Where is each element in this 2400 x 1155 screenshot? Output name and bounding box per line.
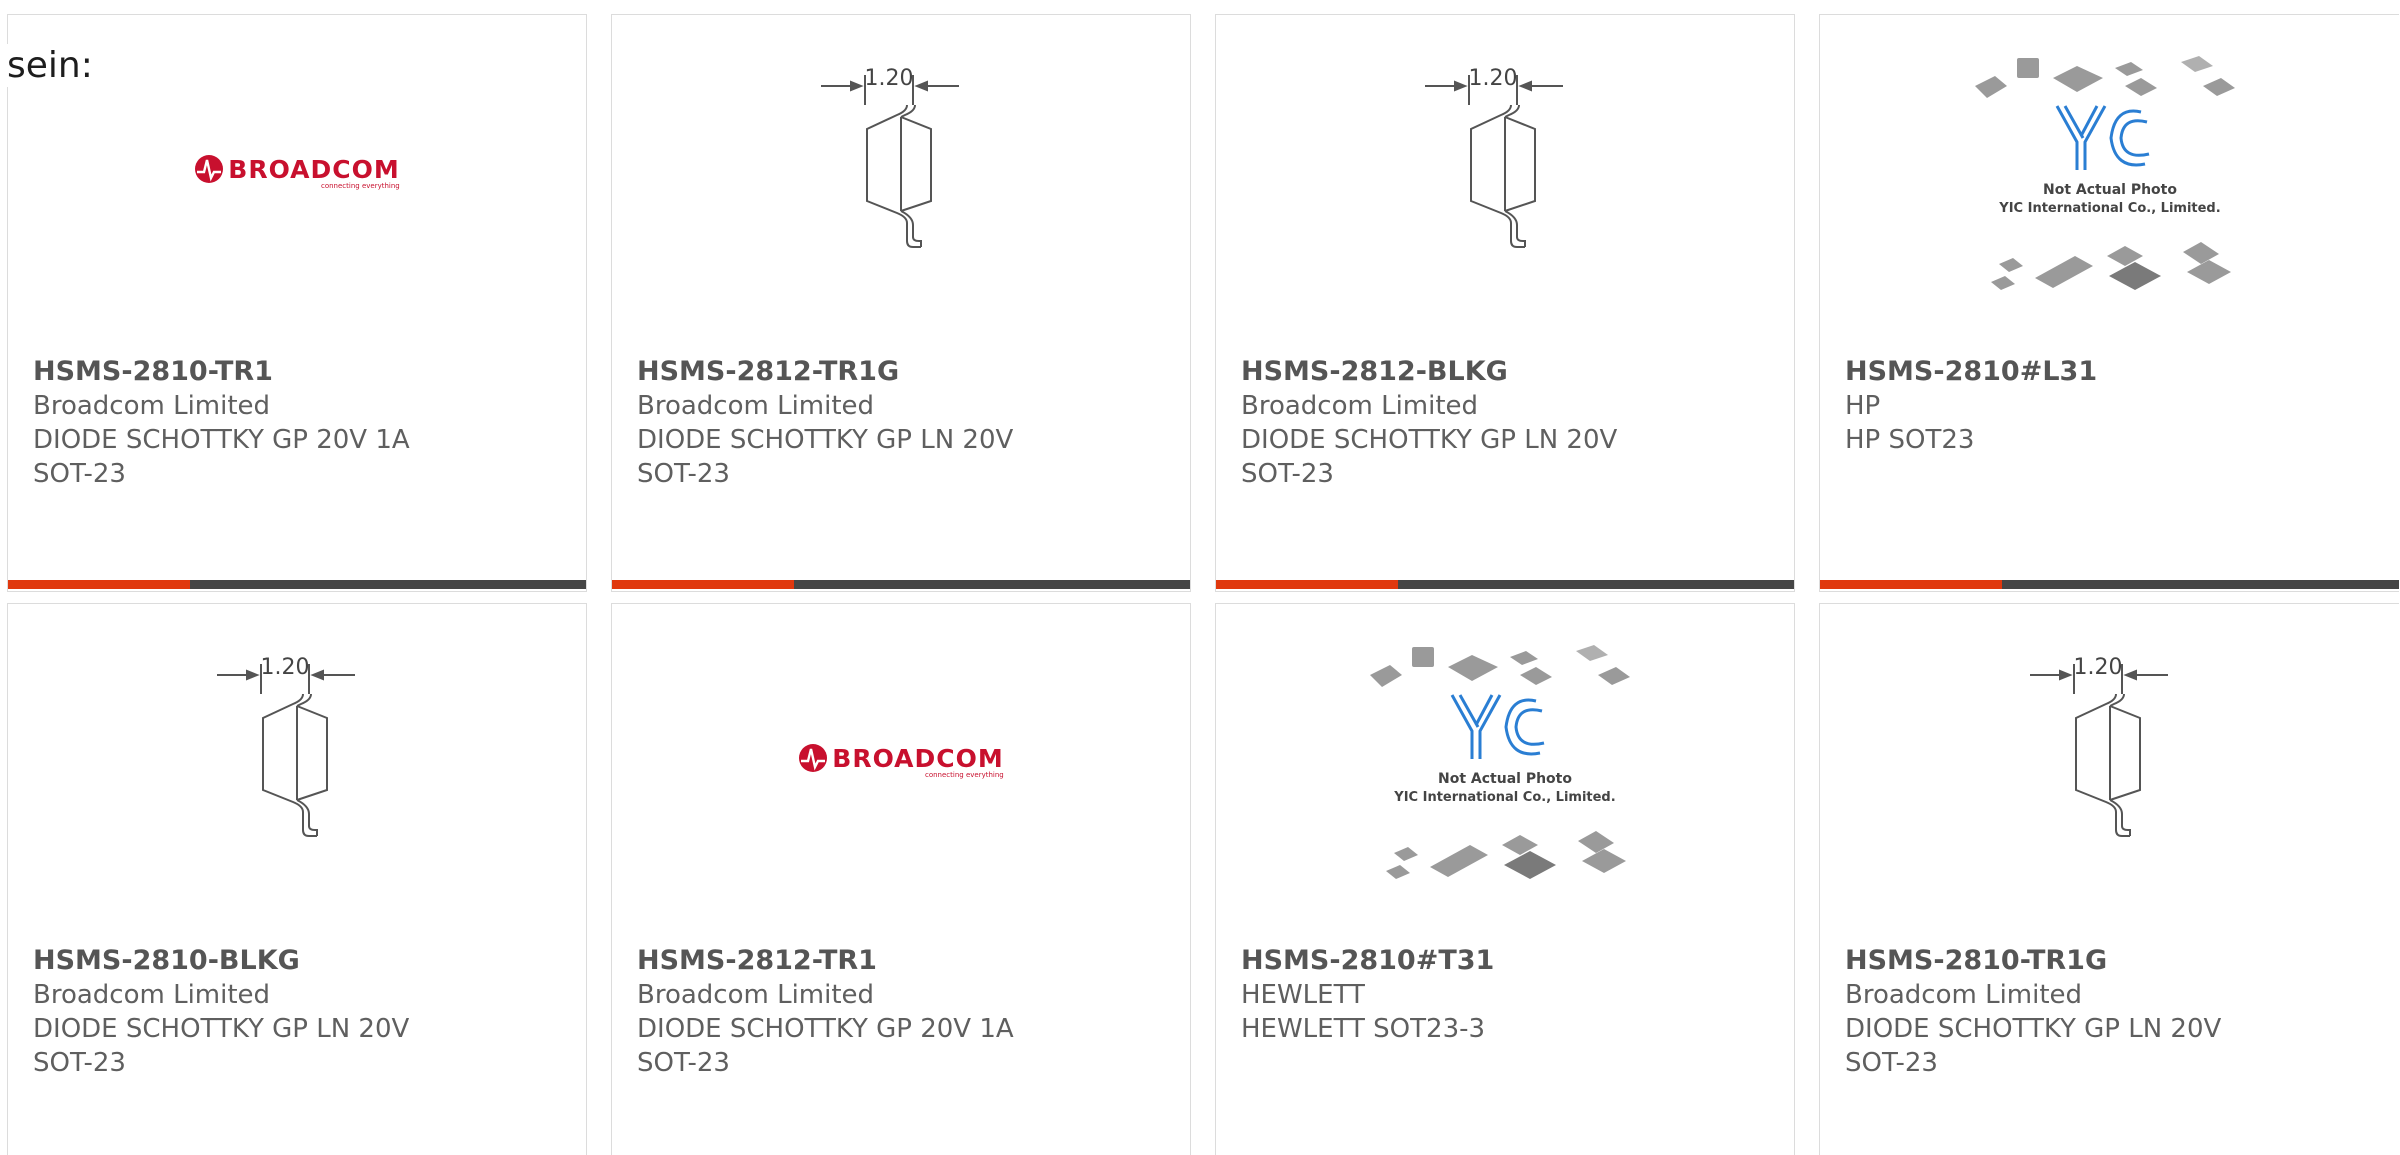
manufacturer: Broadcom Limited	[33, 980, 271, 1010]
card-accent	[612, 580, 794, 589]
intro-text: sein:	[7, 44, 99, 88]
yic-stock-photo: Not Actual Photo YIC International Co., …	[1370, 645, 1630, 879]
package: SOT-23	[33, 1048, 126, 1078]
product-image[interactable]: 1.20	[1216, 15, 1794, 357]
card-bottom-bar	[612, 580, 1190, 589]
package: SOT-23	[1241, 459, 1334, 489]
product-card[interactable]: BROADCOM connecting everything HSMS-2810…	[7, 14, 587, 592]
product-image[interactable]: 1.20	[1820, 604, 2399, 946]
manufacturer: Broadcom Limited	[1241, 391, 1479, 421]
description: DIODE SCHOTTKY GP LN 20V	[637, 425, 1014, 455]
sot23-dimension-drawing: 1.20	[821, 66, 959, 248]
broadcom-pulse-icon	[195, 155, 224, 183]
manufacturer: Broadcom Limited	[33, 391, 271, 421]
product-card[interactable]: 1.20 HSMS-2812-BLKG Broadcom Limited DIO…	[1215, 14, 1795, 592]
manufacturer: Broadcom Limited	[637, 980, 875, 1010]
broadcom-wordmark: BROADCOM	[228, 154, 400, 184]
product-card[interactable]: Not Actual Photo YIC International Co., …	[1819, 14, 2399, 592]
stock-photo-note: Not Actual Photo	[2043, 182, 2177, 198]
product-card[interactable]: 1.20 HSMS-2810-TR1G Broadcom Limited DIO…	[1819, 603, 2399, 1155]
stock-photo-note: Not Actual Photo	[1438, 771, 1572, 787]
description: HEWLETT SOT23-3	[1241, 1014, 1486, 1044]
card-bottom-bar	[8, 580, 586, 589]
product-image[interactable]: 1.20	[612, 15, 1190, 357]
manufacturer: Broadcom Limited	[1845, 980, 2083, 1010]
card-accent	[1820, 580, 2002, 589]
card-accent	[1216, 580, 1398, 589]
broadcom-tagline: connecting everything	[320, 182, 400, 190]
part-number-link[interactable]: HSMS-2812-TR1	[637, 944, 1170, 978]
broadcom-logo: BROADCOM connecting everything	[194, 154, 400, 190]
dimension-label: 1.20	[261, 655, 310, 680]
stock-photo-company: YIC International Co., Limited.	[1998, 201, 2220, 216]
broadcom-tagline: connecting everything	[924, 771, 1004, 779]
product-image[interactable]: 1.20	[8, 604, 586, 946]
dimension-label: 1.20	[865, 66, 914, 91]
product-card[interactable]: 1.20 HSMS-2810-BLKG Broadcom Limited DIO…	[7, 603, 587, 1155]
part-number-link[interactable]: HSMS-2810#T31	[1241, 944, 1774, 978]
product-image[interactable]: Not Actual Photo YIC International Co., …	[1820, 15, 2399, 357]
part-number-link[interactable]: HSMS-2810-TR1	[33, 355, 566, 389]
description: DIODE SCHOTTKY GP LN 20V	[33, 1014, 410, 1044]
dimension-label: 1.20	[2073, 655, 2122, 680]
product-card[interactable]: 1.20 HSMS-2812-TR1G Broadcom Limited DIO…	[611, 14, 1191, 592]
broadcom-wordmark: BROADCOM	[832, 743, 1004, 773]
package: SOT-23	[1845, 1048, 1938, 1078]
manufacturer: Broadcom Limited	[637, 391, 875, 421]
part-number-link[interactable]: HSMS-2810-BLKG	[33, 944, 566, 978]
sot23-dimension-drawing: 1.20	[2029, 655, 2168, 837]
product-card[interactable]: BROADCOM connecting everything HSMS-2812…	[611, 603, 1191, 1155]
product-card[interactable]: Not Actual Photo YIC International Co., …	[1215, 603, 1795, 1155]
stock-photo-company: YIC International Co., Limited.	[1393, 790, 1615, 805]
part-number-link[interactable]: HSMS-2810#L31	[1845, 355, 2379, 389]
package: SOT-23	[637, 1048, 730, 1078]
description: DIODE SCHOTTKY GP LN 20V	[1845, 1014, 2222, 1044]
description: DIODE SCHOTTKY GP 20V 1A	[637, 1014, 1014, 1044]
package: SOT-23	[637, 459, 730, 489]
manufacturer: HEWLETT	[1241, 980, 1365, 1010]
broadcom-logo: BROADCOM connecting everything	[798, 743, 1004, 779]
description: DIODE SCHOTTKY GP 20V 1A	[33, 425, 410, 455]
product-image[interactable]: BROADCOM connecting everything	[612, 604, 1190, 946]
description: HP SOT23	[1845, 425, 1975, 455]
sot23-dimension-drawing: 1.20	[1425, 66, 1563, 248]
part-number-link[interactable]: HSMS-2812-TR1G	[637, 355, 1170, 389]
card-bottom-bar	[1820, 580, 2399, 589]
description: DIODE SCHOTTKY GP LN 20V	[1241, 425, 1618, 455]
part-number-link[interactable]: HSMS-2810-TR1G	[1845, 944, 2379, 978]
dimension-label: 1.20	[1469, 66, 1518, 91]
part-number-link[interactable]: HSMS-2812-BLKG	[1241, 355, 1774, 389]
card-accent	[8, 580, 190, 589]
sot23-dimension-drawing: 1.20	[217, 655, 355, 837]
package: SOT-23	[33, 459, 126, 489]
card-bottom-bar	[1216, 580, 1794, 589]
product-image[interactable]: Not Actual Photo YIC International Co., …	[1216, 604, 1794, 946]
yic-stock-photo: Not Actual Photo YIC International Co., …	[1974, 56, 2235, 290]
broadcom-pulse-icon	[799, 744, 828, 772]
manufacturer: HP	[1845, 391, 1881, 421]
